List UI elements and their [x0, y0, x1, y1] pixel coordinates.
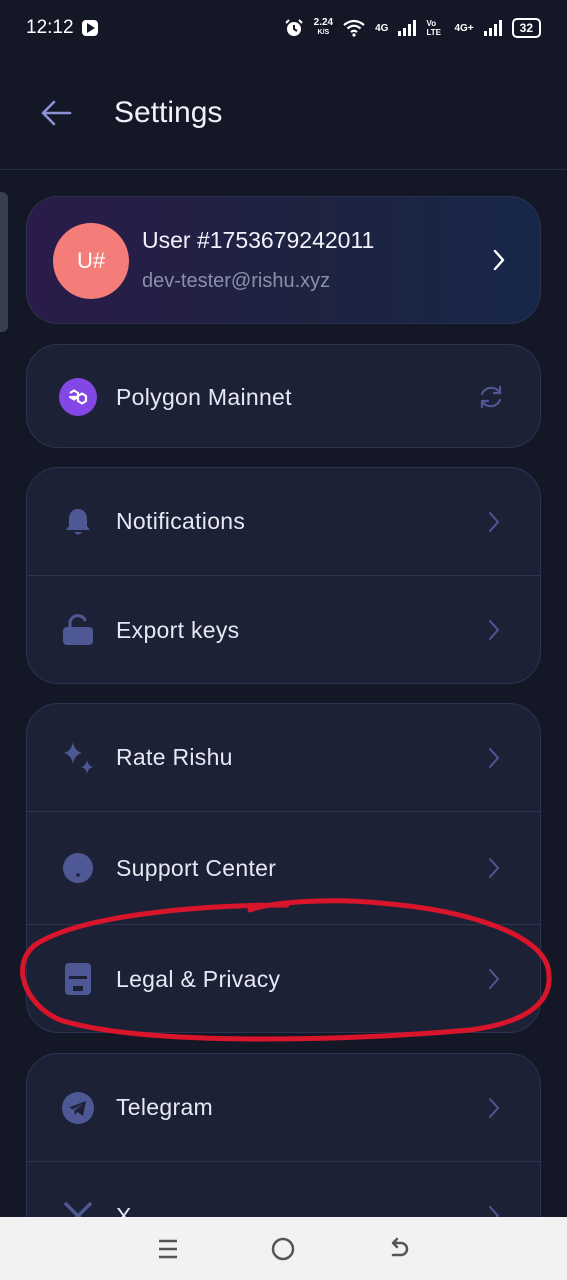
- telegram-icon: [59, 1089, 97, 1127]
- unlock-icon: [59, 611, 97, 649]
- edge-panel-handle[interactable]: [0, 192, 8, 332]
- network-type-1: 4G: [375, 22, 389, 34]
- status-time: 12:12: [26, 17, 74, 38]
- settings-item-label: Rate Rishu: [116, 744, 233, 770]
- settings-item-label: Telegram: [116, 1094, 213, 1120]
- settings-item-label: Legal & Privacy: [116, 965, 281, 992]
- play-icon: [81, 20, 98, 36]
- settings-item-export-keys[interactable]: Export keys: [27, 576, 540, 683]
- document-icon: [59, 960, 97, 998]
- network-row[interactable]: Polygon Mainnet: [27, 345, 540, 447]
- support-icon: [59, 849, 97, 887]
- settings-item-legal-privacy[interactable]: Legal & Privacy: [27, 925, 540, 1032]
- page-title: Settings: [114, 96, 223, 129]
- profile-card[interactable]: U# User #1753679242011 dev-tester@rishu.…: [26, 196, 541, 324]
- settings-item-label: Notifications: [116, 508, 246, 534]
- back-icon: [391, 1237, 409, 1256]
- chevron-right-icon: [493, 249, 505, 271]
- settings-group-account: Notifications Export keys: [26, 467, 541, 684]
- chevron-right-icon: [489, 858, 499, 878]
- network-name: Polygon Mainnet: [116, 383, 292, 410]
- wifi-icon: [343, 19, 365, 37]
- chevron-right-icon: [489, 747, 499, 768]
- chevron-right-icon: [489, 511, 499, 532]
- system-nav-bar: [0, 1217, 567, 1280]
- network-selector[interactable]: Polygon Mainnet: [26, 344, 541, 448]
- status-icons: 2.24 K/S 4G Vo LTE 4G+ 32: [284, 18, 541, 38]
- menu-icon: [158, 1239, 177, 1258]
- alarm-icon: [284, 19, 303, 36]
- refresh-icon[interactable]: [476, 382, 506, 412]
- chevron-right-icon: [489, 1097, 499, 1118]
- volte-label: Vo LTE: [426, 19, 441, 37]
- status-bar: 12:12 2.24 K/S 4G Vo LTE 4G+ 32: [0, 0, 567, 56]
- settings-item-rate-rishu[interactable]: Rate Rishu: [27, 704, 540, 812]
- settings-item-support-center[interactable]: Support Center: [27, 812, 540, 925]
- settings-item-label: Export keys: [116, 616, 240, 643]
- back-button[interactable]: [384, 1234, 414, 1264]
- home-circle-icon: [272, 1237, 295, 1260]
- user-name: User #1753679242011: [142, 227, 375, 253]
- chevron-right-icon: [489, 969, 499, 989]
- settings-item-notifications[interactable]: Notifications: [27, 468, 540, 576]
- chevron-right-icon: [489, 620, 499, 640]
- home-button[interactable]: [268, 1234, 298, 1264]
- network-type-2: 4G+: [454, 22, 474, 34]
- settings-item-telegram[interactable]: Telegram: [27, 1054, 540, 1162]
- app-header: Settings: [0, 56, 567, 170]
- settings-item-label: Support Center: [116, 854, 277, 881]
- battery-indicator: 32: [511, 18, 541, 38]
- sparkle-icon: [59, 739, 97, 777]
- network-speed: 2.24 K/S: [313, 17, 334, 37]
- back-arrow-icon[interactable]: [40, 99, 72, 127]
- recent-apps-button[interactable]: [153, 1234, 183, 1264]
- polygon-logo-icon: [59, 378, 97, 416]
- settings-group-about: Rate Rishu Support Center Legal & Privac…: [26, 703, 541, 1033]
- avatar: U#: [53, 223, 129, 299]
- bell-icon: [59, 503, 97, 541]
- signal-icon: [398, 20, 417, 36]
- user-email: dev-tester@rishu.xyz: [142, 270, 331, 292]
- signal-icon-2: [483, 20, 502, 36]
